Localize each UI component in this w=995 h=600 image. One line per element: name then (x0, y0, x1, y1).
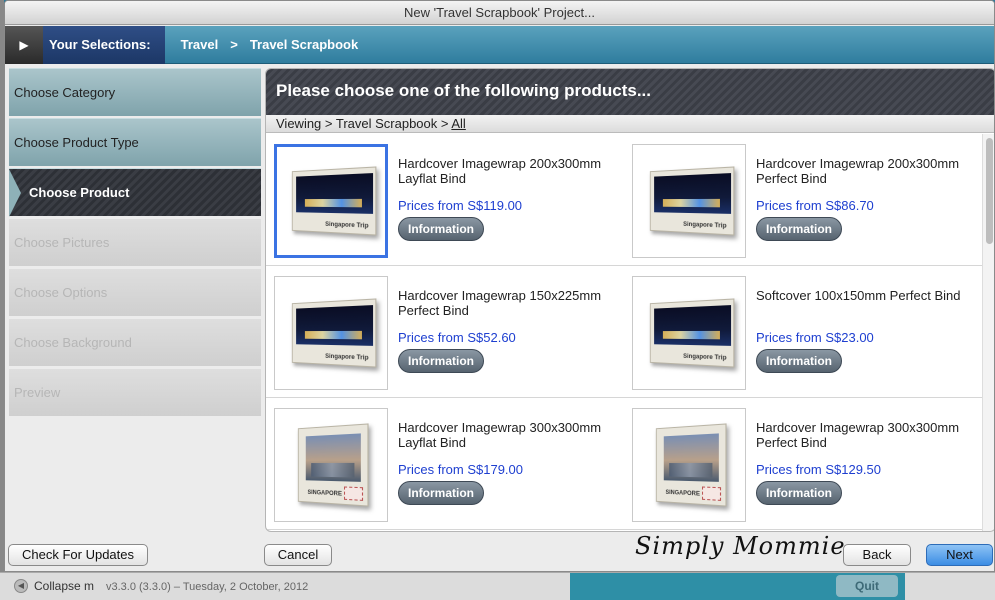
viewing-all-link[interactable]: All (451, 116, 465, 131)
product-card[interactable]: SINGAPORE Hardcover Imagewrap 300x300mm … (624, 398, 982, 530)
breadcrumb-separator: > (230, 37, 238, 52)
selections-bar: ▶ Your Selections: Travel > Travel Scrap… (5, 25, 994, 64)
step-choose-category[interactable]: Choose Category (9, 68, 261, 116)
product-name: Hardcover Imagewrap 150x225mm Perfect Bi… (398, 288, 602, 318)
version-text: v3.3.0 (3.3.0) – Tuesday, 2 October, 201… (106, 581, 309, 593)
information-button[interactable]: Information (398, 217, 484, 241)
step-choose-background: Choose Background (9, 318, 261, 366)
step-choose-pictures: Choose Pictures (9, 218, 261, 266)
landscape-book-image: Singapore Trip (291, 166, 377, 236)
step-preview: Preview (9, 368, 261, 416)
information-button[interactable]: Information (398, 481, 484, 505)
product-panel: Please choose one of the following produ… (265, 68, 994, 532)
product-thumbnail[interactable]: SINGAPORE (274, 408, 388, 522)
breadcrumb-category[interactable]: Travel (181, 37, 219, 52)
product-name: Hardcover Imagewrap 300x300mm Layflat Bi… (398, 420, 602, 450)
background-app-statusbar: ◀ Collapse m v3.3.0 (3.3.0) – Tuesday, 2… (0, 572, 995, 600)
panel-heading: Please choose one of the following produ… (266, 69, 994, 115)
your-selections-label: Your Selections: (43, 25, 165, 64)
wizard-steps: Choose Category Choose Product Type Choo… (9, 68, 261, 418)
product-price: Prices from S$52.60 (398, 330, 516, 345)
expand-arrow-icon[interactable]: ▶ (5, 25, 43, 64)
next-button[interactable]: Next (926, 544, 993, 566)
product-card[interactable]: SINGAPORE Hardcover Imagewrap 300x300mm … (266, 398, 624, 530)
project-dialog: New 'Travel Scrapbook' Project... ▶ Your… (4, 0, 995, 572)
product-card[interactable]: Singapore Trip Softcover 100x150mm Perfe… (624, 266, 982, 398)
vertical-scrollbar[interactable] (982, 134, 994, 531)
information-button[interactable]: Information (398, 349, 484, 373)
product-thumbnail[interactable]: SINGAPORE (632, 408, 746, 522)
collapse-control[interactable]: ◀ Collapse m (14, 579, 94, 593)
viewing-path: Viewing > Travel Scrapbook > (276, 116, 452, 131)
collapse-label: Collapse m (34, 579, 95, 593)
check-for-updates-button[interactable]: Check For Updates (8, 544, 148, 566)
product-thumbnail[interactable]: Singapore Trip (632, 276, 746, 390)
product-name: Hardcover Imagewrap 200x300mm Perfect Bi… (756, 156, 960, 186)
product-name: Hardcover Imagewrap 200x300mm Layflat Bi… (398, 156, 602, 186)
landscape-book-image: Singapore Trip (291, 298, 377, 368)
breadcrumb-product-type[interactable]: Travel Scrapbook (250, 37, 358, 52)
product-thumbnail[interactable]: Singapore Trip (632, 144, 746, 258)
cancel-button[interactable]: Cancel (264, 544, 332, 566)
product-name: Hardcover Imagewrap 300x300mm Perfect Bi… (756, 420, 960, 450)
information-button[interactable]: Information (756, 217, 842, 241)
step-choose-options: Choose Options (9, 268, 261, 316)
quit-button[interactable]: Quit (836, 575, 898, 597)
product-grid: Singapore Trip Hardcover Imagewrap 200x3… (266, 134, 983, 530)
product-card[interactable]: Singapore Trip Hardcover Imagewrap 150x2… (266, 266, 624, 398)
information-button[interactable]: Information (756, 349, 842, 373)
product-name: Softcover 100x150mm Perfect Bind (756, 288, 961, 303)
product-price: Prices from S$119.00 (398, 198, 523, 213)
landscape-book-image: Singapore Trip (649, 166, 735, 236)
product-price: Prices from S$179.00 (398, 462, 524, 477)
breadcrumb: Travel > Travel Scrapbook (181, 37, 359, 52)
product-card[interactable]: Singapore Trip Hardcover Imagewrap 200x3… (266, 134, 624, 266)
scrollbar-thumb[interactable] (986, 138, 993, 244)
collapse-left-icon: ◀ (14, 579, 28, 593)
watermark-text: Simply Mommie (635, 532, 846, 560)
product-row: Singapore Trip Hardcover Imagewrap 150x2… (266, 266, 983, 398)
product-price: Prices from S$23.00 (756, 330, 874, 345)
product-thumbnail[interactable]: Singapore Trip (274, 144, 388, 258)
product-thumbnail[interactable]: Singapore Trip (274, 276, 388, 390)
product-price: Prices from S$129.50 (756, 462, 882, 477)
product-row: Singapore Trip Hardcover Imagewrap 200x3… (266, 134, 983, 266)
landscape-book-image: Singapore Trip (649, 298, 735, 368)
window-title: New 'Travel Scrapbook' Project... (5, 1, 994, 25)
square-book-image: SINGAPORE (655, 423, 727, 507)
information-button[interactable]: Information (756, 481, 842, 505)
step-choose-product[interactable]: Choose Product (9, 168, 261, 217)
product-card[interactable]: Singapore Trip Hardcover Imagewrap 200x3… (624, 134, 982, 266)
square-book-image: SINGAPORE (297, 423, 369, 507)
back-button[interactable]: Back (843, 544, 911, 566)
product-row: SINGAPORE Hardcover Imagewrap 300x300mm … (266, 398, 983, 530)
viewing-breadcrumb: Viewing > Travel Scrapbook > All (266, 115, 994, 133)
product-price: Prices from S$86.70 (756, 198, 874, 213)
step-choose-product-type[interactable]: Choose Product Type (9, 118, 261, 166)
